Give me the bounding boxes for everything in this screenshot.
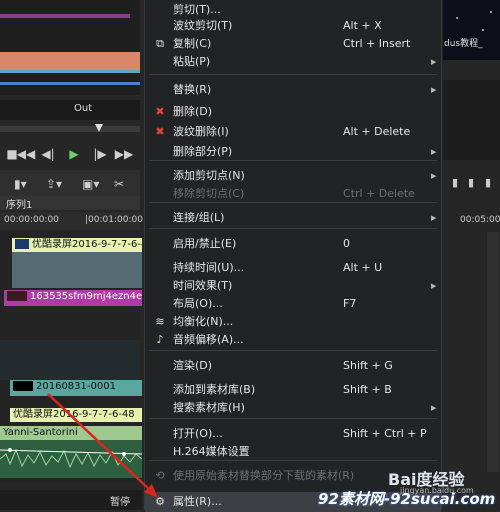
site-watermark: 92素材网-92sucai.com — [318, 490, 496, 508]
annotation-arrow — [47, 393, 158, 498]
